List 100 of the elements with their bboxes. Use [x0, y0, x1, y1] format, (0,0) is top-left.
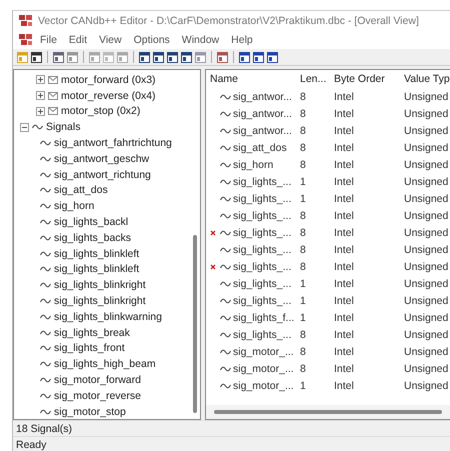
table-cell-text: Unsigned — [404, 210, 450, 222]
table-cell-text: Intel — [334, 108, 355, 120]
signal-icon — [220, 128, 231, 134]
tree-item[interactable]: sig_lights_blinkright — [54, 279, 146, 292]
signal-icon — [40, 282, 51, 288]
tree-item[interactable]: sig_antwort_fahrtrichtung — [54, 137, 172, 150]
scrollbar-thumb[interactable] — [214, 410, 442, 414]
table-cell: sig_lights_... — [233, 176, 292, 188]
tree-item[interactable]: sig_att_dos — [54, 184, 108, 196]
tree-item[interactable]: sig_lights_backl — [54, 216, 128, 228]
tree-item[interactable]: sig_motor_reverse — [54, 390, 141, 402]
signal-icon — [220, 162, 231, 168]
table-cell-text: Unsigned — [404, 244, 450, 256]
table-cell: sig_lights_... — [233, 260, 292, 272]
table-cell-text: Intel — [334, 312, 355, 324]
tree-item[interactable]: sig_lights_blinkright — [54, 295, 146, 308]
table-cell-text: Intel — [334, 210, 355, 222]
column-header[interactable]: Len... — [300, 73, 334, 85]
tree-item[interactable]: sig_horn — [54, 200, 94, 212]
table-cell-text: Intel — [334, 260, 355, 272]
table-cell-text: Unsigned — [404, 260, 450, 272]
expand-icon[interactable] — [36, 91, 45, 100]
tree-item[interactable]: motor_forward (0x3) — [61, 74, 156, 86]
tree-item[interactable]: sig_lights_break — [54, 326, 130, 339]
tree-item[interactable]: sig_lights_backs — [54, 232, 132, 244]
table-cell: sig_horn — [233, 158, 274, 170]
table-cell-text: Intel — [334, 158, 355, 170]
tree-item[interactable]: sig_antwort_richtung — [54, 168, 151, 181]
table-cell-text: 8 — [300, 346, 307, 358]
signal-icon — [40, 219, 51, 226]
tree-item[interactable]: sig_lights_high_beam — [54, 358, 156, 370]
signal-icon — [40, 234, 51, 241]
table-cell-text: Unsigned — [404, 192, 450, 204]
signal-icon — [40, 377, 51, 384]
table-cell-text: Unsigned — [404, 294, 450, 306]
tree-item[interactable]: sig_antwort_geschw — [54, 152, 150, 165]
table-cell-text: Intel — [334, 294, 355, 306]
signal-icon — [40, 187, 51, 194]
signal-icon — [220, 110, 231, 116]
signal-icon — [220, 366, 231, 372]
signal-icon — [220, 332, 231, 338]
menu-item[interactable]: Options — [128, 34, 175, 46]
table-cell-text: Intel — [334, 90, 355, 102]
signal-icon — [32, 124, 43, 130]
expand-icon[interactable] — [36, 75, 45, 84]
signal-icon — [220, 230, 231, 236]
signal-icon — [40, 140, 51, 146]
app-icon — [19, 15, 33, 27]
layout-icon[interactable] — [153, 52, 164, 62]
signal-icon — [40, 345, 51, 352]
table-cell-text: Unsigned — [404, 158, 450, 170]
tree-item[interactable]: sig_lights_blinkwarning — [54, 310, 162, 323]
menu-item[interactable]: Window — [176, 34, 224, 46]
column-header[interactable]: Value Typ — [404, 73, 450, 85]
signal-icon — [40, 330, 51, 336]
tree-item[interactable]: sig_lights_front — [54, 342, 125, 354]
table-cell-text: Intel — [334, 244, 355, 256]
table-cell: sig_motor_... — [233, 380, 294, 392]
menu-item[interactable]: Help — [226, 34, 258, 46]
status-text: 18 Signal(s) — [16, 422, 72, 434]
expand-icon[interactable] — [36, 106, 45, 116]
menu-item[interactable]: File — [35, 34, 62, 46]
scrollbar-thumb[interactable] — [193, 235, 197, 413]
column-header[interactable]: Name — [210, 73, 300, 85]
tree-item[interactable]: sig_lights_blinkleft — [54, 248, 140, 260]
signal-icon — [40, 314, 51, 320]
tree-item[interactable]: sig_lights_blinkleft — [54, 263, 140, 276]
table-cell-text: Unsigned — [404, 362, 450, 374]
layout-icon[interactable] — [167, 52, 178, 62]
table-cell: sig_antwor... — [233, 108, 292, 120]
envelope-icon — [48, 92, 58, 100]
menu-item[interactable]: View — [94, 34, 127, 46]
signal-icon — [220, 246, 231, 252]
table-cell-text: 8 — [300, 210, 307, 222]
table-cell-text: Unsigned — [404, 124, 450, 136]
tree-item[interactable]: motor_stop (0x2) — [61, 105, 140, 118]
tree-item[interactable]: sig_motor_forward — [54, 374, 141, 386]
table-cell: sig_lights_... — [233, 226, 292, 238]
table-cell-text: 8 — [300, 260, 307, 272]
tree-item[interactable]: Signals — [46, 121, 80, 134]
layout-icon[interactable] — [181, 52, 192, 62]
table-cell-text: Unsigned — [404, 108, 450, 120]
signal-icon — [40, 172, 51, 178]
table-cell-text: Unsigned — [404, 328, 450, 340]
tree-item[interactable]: sig_motor_stop — [54, 406, 126, 418]
signal-icon — [40, 408, 51, 415]
signal-icon — [220, 94, 231, 100]
signal-icon — [220, 196, 231, 202]
table-cell-text: 8 — [300, 158, 307, 170]
envelope-icon — [48, 107, 58, 116]
menu-item[interactable]: Edit — [64, 34, 92, 46]
table-cell-text: Intel — [334, 142, 355, 154]
collapse-icon[interactable] — [20, 122, 29, 132]
column-header[interactable]: Byte Order — [334, 73, 404, 85]
table-cell-text: Unsigned — [404, 176, 450, 188]
table-cell-text: 1 — [300, 278, 307, 290]
tree-item[interactable]: motor_reverse (0x4) — [61, 90, 156, 102]
table-cell-text: 1 — [300, 294, 307, 306]
layout-icon[interactable] — [139, 52, 150, 62]
table-cell-text: Intel — [334, 176, 355, 188]
